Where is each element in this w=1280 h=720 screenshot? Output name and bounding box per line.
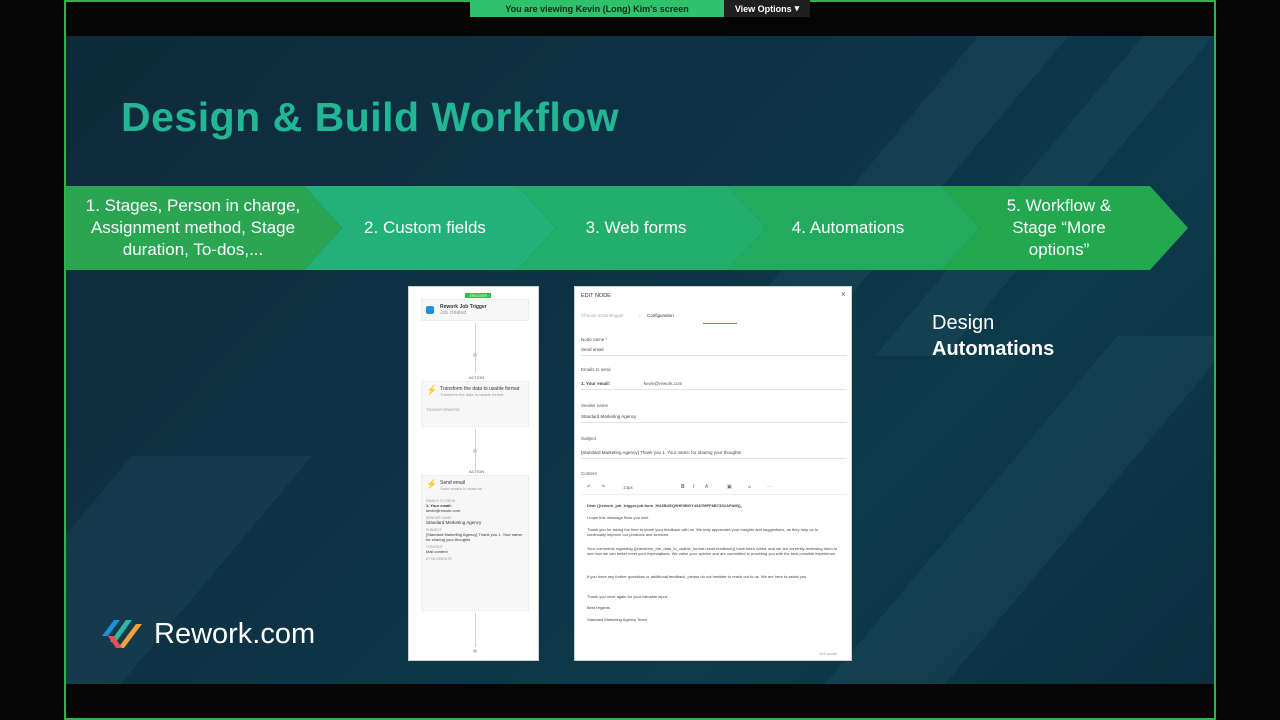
step-2-label: 2. Custom fields [336, 186, 514, 270]
rework-logo-icon [102, 620, 142, 648]
text-color-icon[interactable]: A [705, 484, 708, 490]
screen-share-window: You are viewing Kevin (Long) Kim's scree… [0, 0, 1280, 720]
connector-line [475, 613, 476, 647]
email-body-line: If you have any further questions or add… [587, 574, 808, 579]
action2-sub: Send emails to external [440, 486, 482, 491]
step-1-label: 1. Stages, Person in charge, Assignment … [76, 186, 310, 270]
breadcrumb-configuration[interactable]: Configuration [647, 313, 674, 318]
step-5-line: options” [1028, 240, 1090, 259]
action-tag: ACTION [469, 469, 485, 474]
step-5-line: Stage “More [1012, 218, 1106, 237]
connector-dot [473, 449, 477, 453]
content-label: Content [581, 471, 597, 476]
workflow-screenshot: TRIGGER Rework Job Trigger Job created A… [408, 286, 539, 661]
connector-dot [473, 353, 477, 357]
screen-share-bar: You are viewing Kevin (Long) Kim's scree… [470, 0, 810, 17]
transform-node: ⚡ Transform the data to usable format Tr… [421, 381, 529, 427]
slide-title: Design & Build Workflow [121, 94, 620, 140]
subject-value: [Standard Marketing Agency] Thank you 1.… [426, 532, 523, 542]
image-icon[interactable]: ▣ [727, 484, 732, 490]
action1-meta: TRANSFORMERS [426, 407, 460, 412]
step-1-line: Assignment method, Stage [90, 218, 296, 237]
chevron-down-icon: ▾ [794, 3, 800, 13]
design-label-line1: Design [932, 312, 995, 334]
lightning-icon: ⚡ [426, 385, 438, 395]
sender-label: Sender name [581, 403, 609, 408]
step-5-label: 5. Workflow & Stage “More options” [974, 186, 1144, 270]
step-3-line: 3. Web forms [585, 218, 687, 237]
email-body-line: I hope this message finds you well. [587, 515, 650, 520]
trigger-node: Rework Job Trigger Job created [421, 299, 529, 321]
design-automations-label: Design Automations [932, 310, 1054, 362]
sender-input[interactable]: Standard Marketing Agency [581, 411, 847, 423]
background-stripe [814, 336, 1214, 684]
step-4-label: 4. Automations [760, 186, 936, 270]
emails-value-2: kevin@rework.com [426, 508, 461, 513]
trigger-sub: Job created [440, 310, 467, 316]
content-value: Mail content [426, 549, 448, 554]
step-3-label: 3. Web forms [550, 186, 722, 270]
email-body-line: Standard Marketing Agency Team [587, 617, 647, 622]
close-icon[interactable]: × [841, 290, 846, 299]
rework-logo: Rework.com [100, 614, 315, 654]
view-options-label: View Options [734, 3, 792, 14]
step-4-line: 4. Automations [791, 218, 905, 237]
emails-extra: , kevin@rework.com [641, 381, 683, 386]
email-body-line: Dear {{rework_job_trigger.job.form_HU3BU… [587, 503, 742, 508]
breadcrumb-choose-action[interactable]: Choose action/trigger [581, 313, 624, 318]
presentation-slide: Design & Build Workflow 1. Stages, Perso… [66, 36, 1214, 684]
emails-token: 1. Your email: [581, 381, 611, 386]
sender-value: Standard Marketing Agency [426, 520, 482, 525]
trigger-tag: TRIGGER [465, 293, 492, 298]
node-name-input[interactable]: Send email [581, 344, 847, 356]
more-icon[interactable]: ⋯ [767, 484, 772, 490]
logo-text: Rework.com [154, 617, 316, 650]
undo-icon[interactable]: ↶ [587, 484, 591, 490]
connector-line [475, 323, 476, 373]
end-node-dot [473, 649, 477, 653]
subject-label: Subject [581, 436, 597, 441]
design-label-line2: Automations [932, 338, 1055, 360]
email-body-line: Your comments regarding {{transform_the_… [587, 546, 838, 556]
edit-node-dialog: EDIT NODE × Choose action/trigger › Conf… [574, 286, 852, 661]
emails-input[interactable]: 1. Your email: , kevin@rework.com [581, 378, 847, 390]
bold-icon[interactable]: B [681, 484, 685, 490]
subject-input[interactable]: [Standard Marketing Agency] Thank you 1.… [581, 447, 847, 459]
active-step-underline [703, 323, 737, 324]
word-count: 114 words [819, 651, 838, 656]
send-email-node: ⚡ Send email Send emails to external EMA… [421, 475, 529, 611]
edit-node-header: EDIT NODE [581, 293, 611, 299]
view-options-button[interactable]: View Options ▾ [724, 0, 810, 17]
node-name-label: Node name * [581, 337, 608, 342]
emoji-icon[interactable]: ☺ [747, 484, 752, 490]
lightning-icon: ⚡ [426, 479, 438, 489]
subject-value: [Standard Marketing Agency] Thank you 1.… [581, 450, 742, 455]
email-body-line: Thank you once again for your valuable i… [587, 594, 668, 599]
viewing-notice: You are viewing Kevin (Long) Kim's scree… [470, 0, 724, 17]
attachments-label: ATTACHMENTS [426, 557, 452, 561]
action1-sub: Transform the data to usable format [440, 392, 504, 397]
step-5-line: 5. Workflow & [1006, 196, 1112, 215]
node-name-value: Send email [581, 347, 604, 352]
redo-icon[interactable]: ↷ [601, 484, 605, 490]
breadcrumb-separator: › [639, 313, 641, 318]
email-body-line: Best regards, [587, 605, 611, 610]
action-tag: ACTION [469, 375, 485, 380]
rework-logo-icon [426, 306, 434, 314]
step-1-line: 1. Stages, Person in charge, [85, 196, 301, 215]
sender-value: Standard Marketing Agency [581, 414, 637, 419]
emails-label: Emails to send [581, 367, 611, 372]
email-body-line: Thank you for taking the time to share y… [587, 527, 818, 537]
italic-icon[interactable]: I [693, 484, 694, 490]
step-1-line: duration, To-dos,... [122, 240, 264, 259]
font-size-select[interactable]: 14px [623, 485, 633, 490]
step-2-line: 2. Custom fields [364, 218, 486, 237]
editor-toolbar: ↶ ↷ 14px B I A ▣ ☺ ⋯ [581, 481, 847, 495]
